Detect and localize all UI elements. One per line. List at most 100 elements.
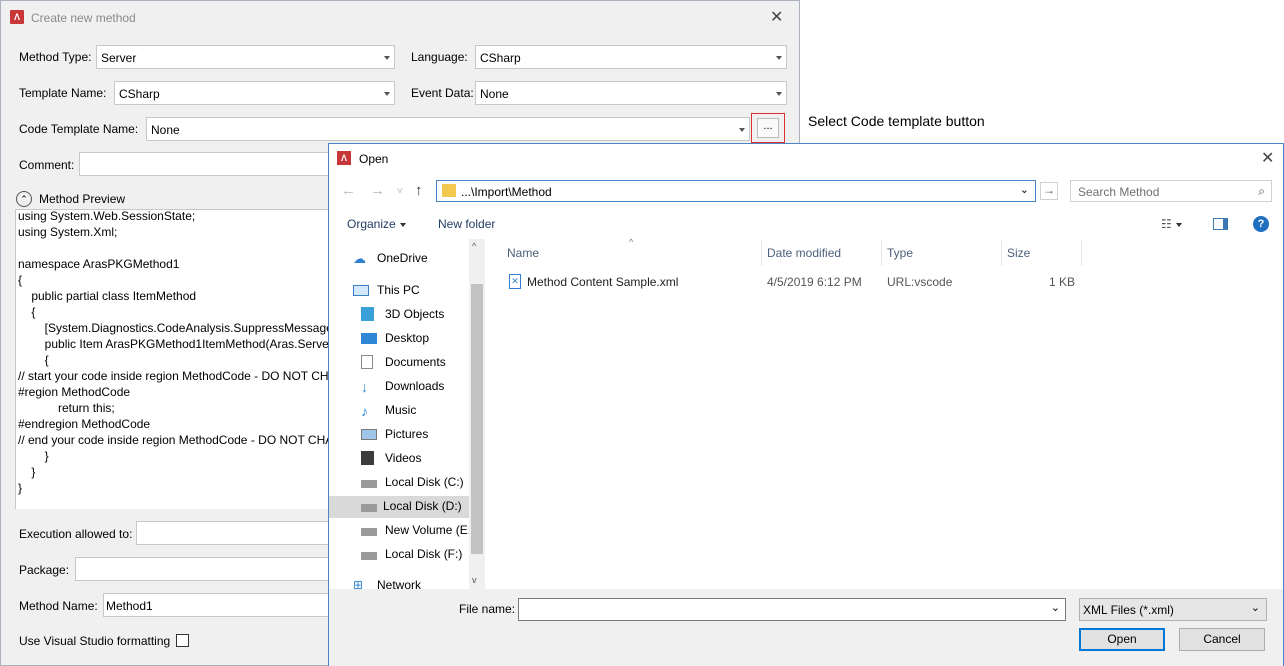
sort-ascending-icon: ^ <box>629 237 634 247</box>
code-line: public partial class ItemMethod <box>18 289 197 303</box>
cloud-icon: ☁ <box>353 251 366 266</box>
method-type-label: Method Type: <box>19 50 92 64</box>
computer-icon <box>353 285 369 296</box>
template-name-select[interactable]: CSharp <box>114 81 395 105</box>
window-title: Create new method <box>31 11 136 25</box>
event-data-label: Event Data: <box>411 86 474 100</box>
view-options-icon[interactable]: ☷ <box>1161 217 1182 231</box>
package-input[interactable] <box>75 557 339 581</box>
file-type-value: XML Files (*.xml) <box>1083 603 1174 617</box>
download-icon: ↓ <box>361 379 368 395</box>
address-path: ...\Import\Method <box>461 185 552 199</box>
language-select[interactable]: CSharp <box>475 45 787 69</box>
nav-item-3d-objects[interactable]: 3D Objects <box>361 304 469 326</box>
nav-item-desktop[interactable]: Desktop <box>361 328 469 350</box>
scrollbar-thumb[interactable] <box>471 284 483 554</box>
dialog-title: Open <box>359 152 389 166</box>
comment-input[interactable] <box>79 152 339 176</box>
open-button[interactable]: Open <box>1079 628 1165 651</box>
open-file-dialog: Λ Open ✕ ← → ˅ ↑ ...\Import\Method ⌄ → S… <box>328 143 1284 666</box>
preview-pane-icon[interactable] <box>1213 218 1228 230</box>
nav-item-label: Network <box>377 578 422 589</box>
cancel-button[interactable]: Cancel <box>1179 628 1265 651</box>
chevron-down-icon[interactable]: ⌄ <box>1051 601 1060 614</box>
nav-item-this-pc[interactable]: This PC <box>353 280 469 302</box>
select-code-template-button[interactable]: ... <box>751 113 785 143</box>
column-divider <box>1001 240 1002 266</box>
chevron-down-icon <box>384 56 390 60</box>
event-data-value: None <box>480 87 509 101</box>
nav-item-label: Desktop <box>385 331 430 345</box>
nav-item-label: Local Disk (F:) <box>385 547 463 561</box>
comment-label: Comment: <box>19 158 75 172</box>
code-line: } <box>18 449 49 463</box>
nav-item-local-disk-f[interactable]: Local Disk (F:) <box>361 544 469 566</box>
back-arrow-icon[interactable]: ← <box>341 183 356 198</box>
nav-item-downloads[interactable]: ↓ Downloads <box>361 376 469 398</box>
refresh-arrow-icon[interactable]: → <box>1040 182 1058 200</box>
annotation-text: Select Code template button <box>808 113 985 129</box>
event-data-select[interactable]: None <box>475 81 787 105</box>
method-type-value: Server <box>101 51 137 65</box>
up-arrow-icon[interactable]: ↑ <box>415 183 423 198</box>
vs-formatting-checkbox[interactable] <box>176 634 189 647</box>
nav-item-label: Videos <box>385 451 422 465</box>
nav-scrollbar[interactable]: ^ v <box>469 239 485 589</box>
close-icon[interactable]: ✕ <box>770 10 783 26</box>
nav-item-videos[interactable]: Videos <box>361 448 469 470</box>
forward-arrow-icon[interactable]: → <box>370 183 385 198</box>
vs-formatting-label: Use Visual Studio formatting <box>19 634 171 648</box>
method-name-input[interactable]: Method1 <box>103 593 339 617</box>
organize-label: Organize <box>347 217 396 231</box>
method-preview-label: Method Preview <box>39 192 126 206</box>
column-size[interactable]: Size <box>1007 246 1030 260</box>
file-name: Method Content Sample.xml <box>527 275 679 289</box>
chevron-down-icon: ⌄ <box>1250 602 1260 614</box>
column-divider <box>761 240 762 266</box>
code-template-select[interactable]: None <box>146 117 750 141</box>
nav-item-onedrive[interactable]: ☁ OneDrive <box>353 248 469 270</box>
scroll-up-icon[interactable]: ^ <box>472 241 476 251</box>
cube-icon <box>361 307 374 321</box>
code-line: { <box>18 353 49 367</box>
nav-item-label: Music <box>385 403 417 417</box>
execution-allowed-input[interactable] <box>136 521 339 545</box>
help-icon[interactable]: ? <box>1253 216 1269 232</box>
disk-icon <box>361 480 377 488</box>
nav-item-network[interactable]: ⊞ Network <box>353 575 469 589</box>
recent-locations-icon[interactable]: ˅ <box>397 184 403 199</box>
method-type-select[interactable]: Server <box>96 45 395 69</box>
file-name-input[interactable]: ⌄ <box>518 598 1066 621</box>
column-type[interactable]: Type <box>887 246 913 260</box>
execution-allowed-label: Execution allowed to: <box>19 527 133 541</box>
desktop-icon <box>361 333 377 344</box>
organize-button[interactable]: Organize <box>347 217 406 231</box>
nav-item-label: 3D Objects <box>385 307 445 321</box>
file-type-select[interactable]: XML Files (*.xml) ⌄ <box>1079 598 1267 621</box>
column-name[interactable]: Name <box>507 246 539 260</box>
new-folder-button[interactable]: New folder <box>438 217 495 231</box>
scroll-down-icon[interactable]: v <box>472 575 477 585</box>
nav-item-new-volume-e[interactable]: New Volume (E:) <box>361 520 475 542</box>
address-bar[interactable]: ...\Import\Method ⌄ <box>436 180 1036 202</box>
column-date-modified[interactable]: Date modified <box>767 246 841 260</box>
nav-item-music[interactable]: ♪ Music <box>361 400 469 422</box>
code-line: public Item ArasPKGMethod1ItemMethod(Ara… <box>18 337 333 351</box>
picture-icon <box>361 429 377 440</box>
close-icon[interactable]: ✕ <box>1261 151 1274 167</box>
code-line: using System.Xml; <box>18 225 118 239</box>
nav-item-label: Documents <box>385 355 446 369</box>
nav-item-local-disk-c[interactable]: Local Disk (C:) <box>361 472 469 494</box>
code-template-value: None <box>151 123 180 137</box>
file-size: 1 KB <box>1049 275 1076 289</box>
template-name-value: CSharp <box>119 87 160 101</box>
nav-item-documents[interactable]: Documents <box>361 352 469 374</box>
nav-item-pictures[interactable]: Pictures <box>361 424 469 446</box>
nav-item-local-disk-d[interactable]: Local Disk (D:) <box>329 496 469 518</box>
chevron-down-icon[interactable]: ⌄ <box>1020 183 1029 196</box>
code-line: { <box>18 305 36 319</box>
disk-icon <box>361 552 377 560</box>
search-input[interactable]: Search Method ⌕ <box>1070 180 1272 202</box>
collapse-up-icon[interactable]: ⌃ <box>16 191 32 207</box>
code-line: // end your code inside region MethodCod… <box>18 433 334 447</box>
